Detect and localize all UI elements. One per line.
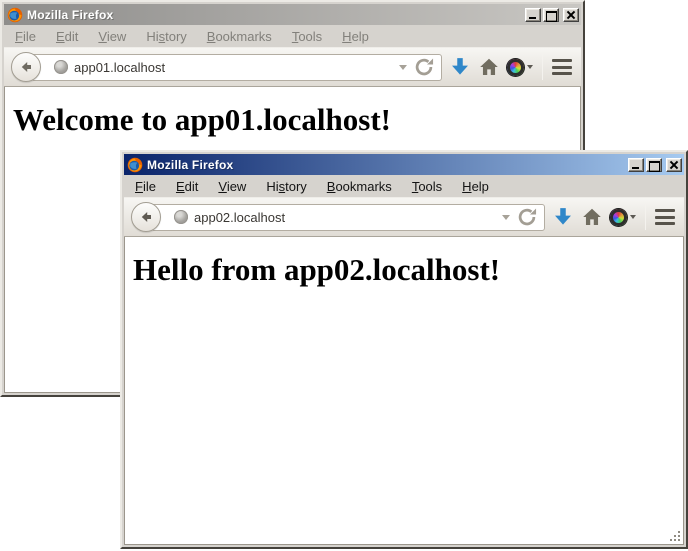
menu-bar: File Edit View History Bookmarks Tools H… <box>124 175 684 197</box>
menu-bookmarks[interactable]: Bookmarks <box>320 177 399 196</box>
menu-history[interactable]: History <box>139 27 193 46</box>
menu-view[interactable]: View <box>91 27 133 46</box>
window-title: Mozilla Firefox <box>27 8 521 22</box>
addon-color-wheel-button[interactable] <box>610 209 636 226</box>
page-heading: Welcome to app01.localhost! <box>13 102 572 138</box>
home-button[interactable] <box>478 56 500 78</box>
color-wheel-icon <box>507 59 524 76</box>
menu-tools[interactable]: Tools <box>285 27 329 46</box>
menu-file[interactable]: File <box>8 27 43 46</box>
maximize-button[interactable] <box>543 8 559 22</box>
globe-site-icon[interactable] <box>174 210 188 224</box>
home-button[interactable] <box>581 206 603 228</box>
globe-site-icon[interactable] <box>54 60 68 74</box>
url-history-dropdown-icon[interactable] <box>502 215 510 220</box>
back-arrow-icon <box>138 209 154 225</box>
addon-color-wheel-button[interactable] <box>507 59 533 76</box>
download-button[interactable] <box>552 206 574 228</box>
title-bar[interactable]: Mozilla Firefox <box>4 4 581 25</box>
color-wheel-icon <box>610 209 627 226</box>
menu-history[interactable]: History <box>259 177 313 196</box>
reload-icon[interactable] <box>413 56 435 78</box>
title-bar[interactable]: Mozilla Firefox <box>124 154 684 175</box>
navigation-toolbar: app01.localhost <box>4 47 581 87</box>
maximize-button[interactable] <box>646 158 662 172</box>
back-button[interactable] <box>131 202 161 232</box>
firefox-window-app02: Mozilla Firefox File Edit View History B… <box>120 150 688 549</box>
menu-file[interactable]: File <box>128 177 163 196</box>
chevron-down-icon <box>527 65 533 69</box>
reload-icon[interactable] <box>516 206 538 228</box>
back-button[interactable] <box>11 52 41 82</box>
firefox-icon[interactable] <box>127 157 143 173</box>
url-text[interactable]: app02.localhost <box>194 210 496 225</box>
menu-edit[interactable]: Edit <box>49 27 85 46</box>
menu-view[interactable]: View <box>211 177 253 196</box>
close-button[interactable] <box>563 8 579 22</box>
menu-help[interactable]: Help <box>335 27 376 46</box>
window-controls <box>525 8 579 22</box>
url-bar[interactable]: app02.localhost <box>151 204 545 231</box>
chevron-down-icon <box>630 215 636 219</box>
page-content: Hello from app02.localhost! <box>124 237 684 545</box>
close-button[interactable] <box>666 158 682 172</box>
back-arrow-icon <box>18 59 34 75</box>
page-heading: Hello from app02.localhost! <box>133 252 675 288</box>
firefox-icon[interactable] <box>7 7 23 23</box>
menu-hamburger-button[interactable] <box>655 209 675 225</box>
menu-hamburger-button[interactable] <box>552 59 572 75</box>
url-text[interactable]: app01.localhost <box>74 60 393 75</box>
url-bar[interactable]: app01.localhost <box>31 54 442 81</box>
resize-grip[interactable] <box>668 529 682 543</box>
toolbar-separator <box>542 54 543 80</box>
menu-help[interactable]: Help <box>455 177 496 196</box>
menu-tools[interactable]: Tools <box>405 177 449 196</box>
minimize-button[interactable] <box>525 8 541 22</box>
minimize-button[interactable] <box>628 158 644 172</box>
window-title: Mozilla Firefox <box>147 158 624 172</box>
download-button[interactable] <box>449 56 471 78</box>
url-history-dropdown-icon[interactable] <box>399 65 407 70</box>
navigation-toolbar: app02.localhost <box>124 197 684 237</box>
menu-bookmarks[interactable]: Bookmarks <box>200 27 279 46</box>
menu-bar: File Edit View History Bookmarks Tools H… <box>4 25 581 47</box>
toolbar-separator <box>645 204 646 230</box>
menu-edit[interactable]: Edit <box>169 177 205 196</box>
window-controls <box>628 158 682 172</box>
